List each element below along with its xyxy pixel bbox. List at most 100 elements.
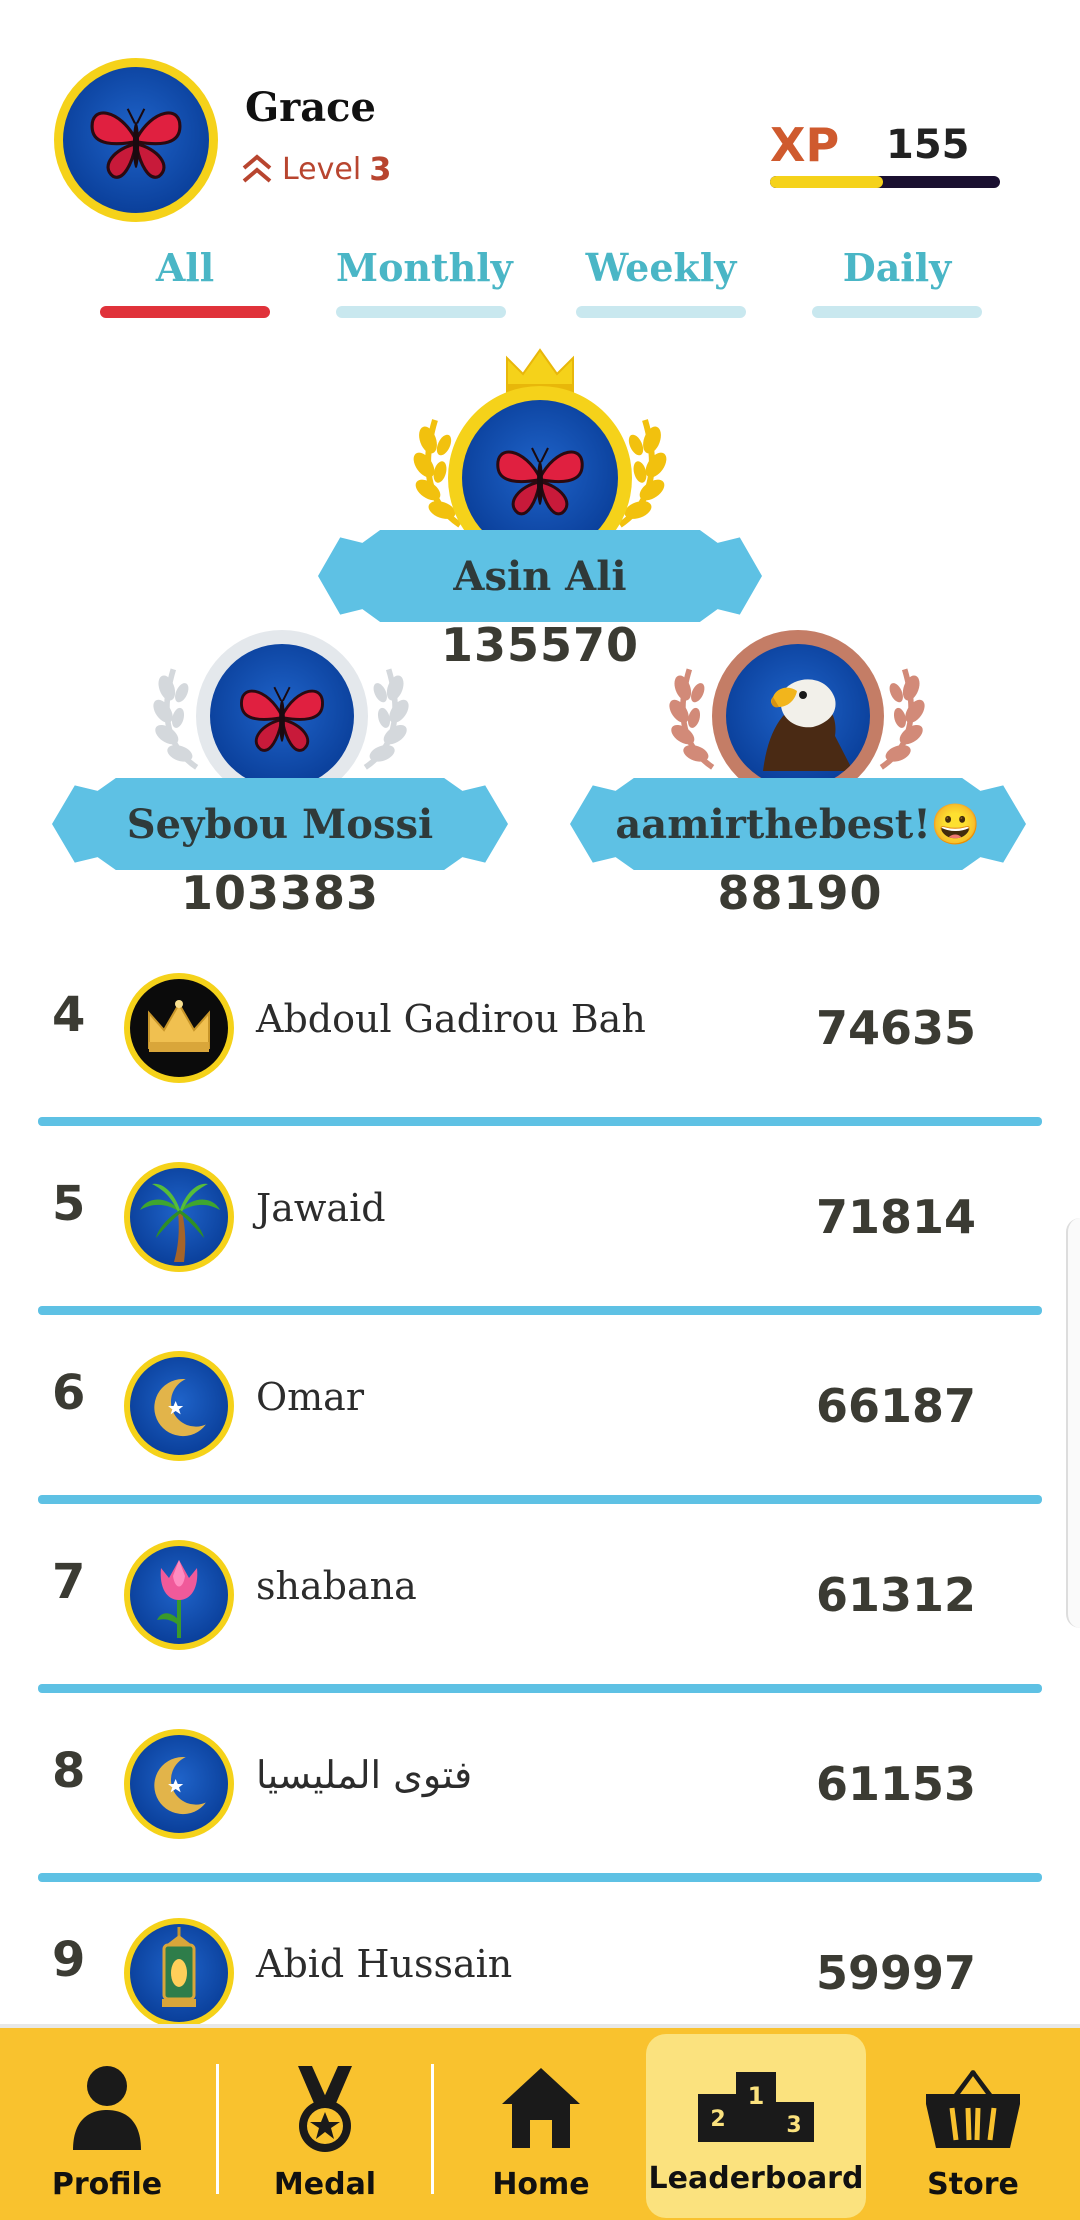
player-name: Abdoul Gadirou Bah: [256, 997, 646, 1041]
podium-score: 88190: [717, 866, 883, 920]
list-item[interactable]: 7 shabana 61312: [0, 1532, 1080, 1720]
butterfly-icon: [84, 88, 188, 192]
avatar: [124, 973, 234, 1083]
svg-text:3: 3: [786, 2113, 801, 2138]
crown-icon: [148, 1000, 210, 1052]
list-item[interactable]: 4 Abdoul Gadirou Bah 74635: [0, 965, 1080, 1153]
player-score: 71814: [816, 1190, 977, 1244]
player-name: Jawaid: [256, 1186, 386, 1230]
tab-daily[interactable]: Daily: [812, 240, 982, 318]
podium-score: 103383: [180, 866, 380, 920]
rank: 4: [52, 987, 86, 1043]
divider: [38, 1873, 1042, 1882]
nav-label: Store: [927, 2167, 1019, 2202]
lantern-icon: [162, 1927, 196, 2007]
scrollbar[interactable]: [1066, 1218, 1080, 1628]
rank: 9: [52, 1932, 86, 1988]
divider: [38, 1306, 1042, 1315]
nav-divider: [431, 2064, 434, 2194]
nav-store[interactable]: Store: [866, 2028, 1080, 2220]
svg-text:1: 1: [748, 2082, 765, 2110]
tab-label: Weekly: [585, 245, 737, 290]
podium-avatar: [726, 644, 870, 788]
player-name: shabana: [256, 1564, 417, 1608]
podium-avatar: [210, 644, 354, 788]
nav-medal[interactable]: Medal: [220, 2028, 430, 2220]
podium-name: Seybou Mossi: [126, 800, 434, 848]
tab-indicator: [100, 306, 270, 318]
avatar: [124, 1918, 234, 2028]
nav-leaderboard[interactable]: 1 2 3 Leaderboard: [646, 2034, 866, 2218]
user-avatar[interactable]: [54, 58, 218, 222]
podium-icon: 1 2 3: [698, 2072, 814, 2142]
avatar: [124, 1729, 234, 1839]
level-value: 3: [369, 150, 392, 188]
avatar: [124, 1351, 234, 1461]
xp-progress-bar: [770, 176, 1000, 188]
basket-icon: [926, 2070, 1020, 2148]
user-header: Grace Level 3 XP 155: [0, 0, 1080, 240]
leaderboard-period-tabs: All Monthly Weekly Daily: [0, 240, 1080, 320]
player-name: Abid Hussain: [256, 1942, 513, 1986]
nav-divider: [216, 2064, 219, 2194]
double-chevron-up-icon: [242, 154, 272, 183]
avatar: [124, 1540, 234, 1650]
nav-label: Home: [492, 2167, 590, 2202]
name-ribbon: aamirthebest!😀: [570, 778, 1026, 870]
palm-tree-icon: [140, 1183, 220, 1262]
silver-medal: [196, 630, 368, 802]
eagle-icon: [763, 679, 853, 771]
divider: [38, 1495, 1042, 1504]
tab-monthly[interactable]: Monthly: [336, 240, 513, 318]
tab-indicator: [336, 306, 506, 318]
tab-indicator: [812, 306, 982, 318]
tab-label: Monthly: [336, 245, 513, 290]
nav-profile[interactable]: Profile: [0, 2028, 214, 2220]
podium-name: aamirthebest!😀: [615, 800, 981, 848]
crescent-icon: [137, 1742, 221, 1826]
player-score: 61312: [816, 1568, 977, 1622]
player-score: 59997: [816, 1946, 977, 2000]
xp-value: 155: [886, 122, 970, 168]
nav-label: Medal: [273, 2167, 377, 2202]
person-icon: [73, 2066, 141, 2150]
rank: 5: [52, 1176, 86, 1232]
divider: [38, 1117, 1042, 1126]
xp-progress-fill: [770, 176, 883, 188]
username: Grace: [245, 84, 376, 131]
nav-home[interactable]: Home: [436, 2028, 646, 2220]
butterfly-icon: [490, 428, 590, 528]
nav-label: Profile: [51, 2167, 163, 2202]
list-item[interactable]: 6 Omar 66187: [0, 1343, 1080, 1531]
tab-weekly[interactable]: Weekly: [576, 240, 746, 318]
svg-text:2: 2: [710, 2107, 725, 2132]
avatar: [124, 1162, 234, 1272]
divider: [38, 1684, 1042, 1693]
podium-name: Asin Ali: [453, 552, 627, 600]
butterfly-icon: [234, 668, 330, 764]
tab-label: All: [155, 245, 215, 290]
tab-indicator: [576, 306, 746, 318]
rank: 6: [52, 1365, 86, 1421]
name-ribbon: Seybou Mossi: [52, 778, 508, 870]
list-item[interactable]: 8 فتوى المليسيا 61153: [0, 1721, 1080, 1909]
player-score: 74635: [816, 1001, 977, 1055]
tab-all[interactable]: All: [100, 240, 270, 318]
nav-label: Leaderboard: [648, 2161, 864, 2196]
medal-icon: [298, 2066, 352, 2152]
tab-label: Daily: [842, 245, 952, 290]
rank: 8: [52, 1743, 86, 1799]
player-score: 61153: [816, 1757, 977, 1811]
bottom-navigation: Profile Medal Home 1 2 3 Leaderboard Sto…: [0, 2024, 1080, 2220]
bronze-medal: [712, 630, 884, 802]
home-icon: [502, 2068, 580, 2148]
tulip-icon: [157, 1560, 198, 1638]
level-label: Level: [282, 151, 362, 187]
player-score: 66187: [816, 1379, 977, 1433]
level-indicator: Level 3: [240, 150, 391, 188]
podium-score: 135570: [440, 618, 640, 672]
list-item[interactable]: 5 Jawaid 71814: [0, 1154, 1080, 1342]
name-ribbon: Asin Ali: [318, 530, 762, 622]
rank: 7: [52, 1554, 86, 1610]
xp-label: XP: [770, 118, 840, 172]
